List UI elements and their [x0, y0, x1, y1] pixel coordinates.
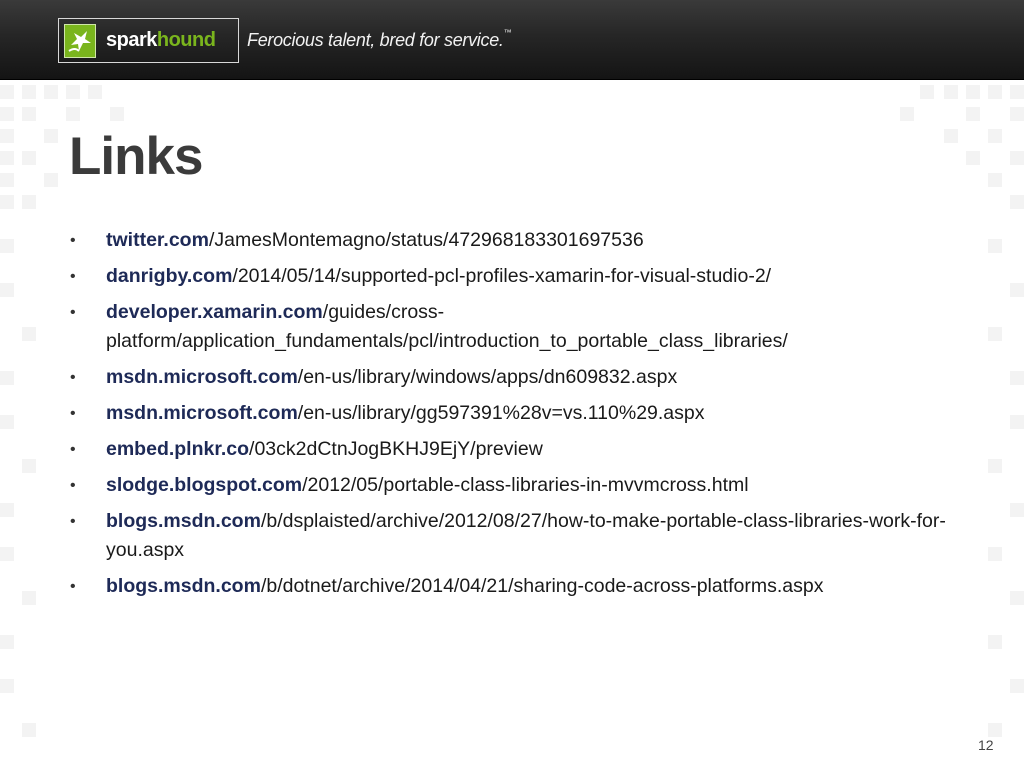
- link-item: • danrigby.com/2014/05/14/supported-pcl-p…: [70, 262, 1000, 291]
- link-path[interactable]: /JamesMontemagno/status/4729681833016975…: [209, 229, 644, 251]
- link-domain[interactable]: blogs.msdn.com: [106, 575, 261, 597]
- link-domain[interactable]: embed.plnkr.co: [106, 438, 249, 460]
- trademark-symbol: ™: [503, 28, 512, 37]
- link-domain[interactable]: slodge.blogspot.com: [106, 474, 302, 496]
- bullet-marker: •: [70, 513, 76, 530]
- bullet-marker: •: [70, 304, 76, 321]
- spark-star-icon: [64, 24, 96, 58]
- link-path[interactable]: /2014/05/14/supported-pcl-profiles-xamar…: [232, 265, 771, 287]
- slide-header: sparkhound Ferocious talent, bred for se…: [0, 0, 1024, 80]
- page-number: 12: [978, 737, 994, 753]
- link-item: • msdn.microsoft.com/en-us/library/gg5973…: [70, 399, 1000, 428]
- link-domain[interactable]: danrigby.com: [106, 265, 232, 287]
- link-item: • embed.plnkr.co/03ck2dCtnJogBKHJ9EjY/pre…: [70, 435, 1000, 464]
- link-domain[interactable]: msdn.microsoft.com: [106, 366, 298, 388]
- link-domain[interactable]: msdn.microsoft.com: [106, 402, 298, 424]
- link-path[interactable]: /en-us/library/gg597391%28v=vs.110%29.as…: [298, 402, 705, 424]
- link-item: • msdn.microsoft.com/en-us/library/window…: [70, 363, 1000, 392]
- sparkhound-logo: sparkhound: [58, 18, 239, 63]
- logo-wordmark-hound: hound: [156, 29, 216, 51]
- tagline: Ferocious talent, bred for service.™: [247, 28, 512, 51]
- bullet-marker: •: [70, 441, 76, 458]
- links-list: • twitter.com/JamesMontemagno/status/4729…: [70, 226, 1000, 608]
- link-item: • blogs.msdn.com/b/dotnet/archive/2014/04…: [70, 572, 1000, 601]
- link-item: • slodge.blogspot.com/2012/05/portable-cl…: [70, 471, 1000, 500]
- link-item: • developer.xamarin.com/guides/cross-plat…: [70, 298, 1000, 356]
- link-domain[interactable]: developer.xamarin.com: [106, 301, 323, 323]
- link-domain[interactable]: twitter.com: [106, 229, 209, 251]
- link-path[interactable]: /2012/05/portable-class-libraries-in-mvv…: [302, 474, 748, 496]
- link-path[interactable]: /03ck2dCtnJogBKHJ9EjY/preview: [249, 438, 543, 460]
- bullet-marker: •: [70, 232, 76, 249]
- link-path[interactable]: /b/dotnet/archive/2014/04/21/sharing-cod…: [261, 575, 824, 597]
- link-item: • blogs.msdn.com/b/dsplaisted/archive/201…: [70, 507, 1000, 565]
- bullet-marker: •: [70, 268, 76, 285]
- logo-wordmark-spark: spark: [106, 29, 157, 51]
- slide-title: Links: [69, 127, 203, 186]
- bullet-marker: •: [70, 369, 76, 386]
- tagline-text: Ferocious talent, bred for service.: [247, 30, 504, 50]
- bullet-marker: •: [70, 405, 76, 422]
- link-domain[interactable]: blogs.msdn.com: [106, 510, 261, 532]
- bullet-marker: •: [70, 477, 76, 494]
- link-item: • twitter.com/JamesMontemagno/status/4729…: [70, 226, 1000, 255]
- link-path[interactable]: /en-us/library/windows/apps/dn609832.asp…: [298, 366, 677, 388]
- logo-wordmark: sparkhound: [106, 29, 216, 52]
- bullet-marker: •: [70, 578, 76, 595]
